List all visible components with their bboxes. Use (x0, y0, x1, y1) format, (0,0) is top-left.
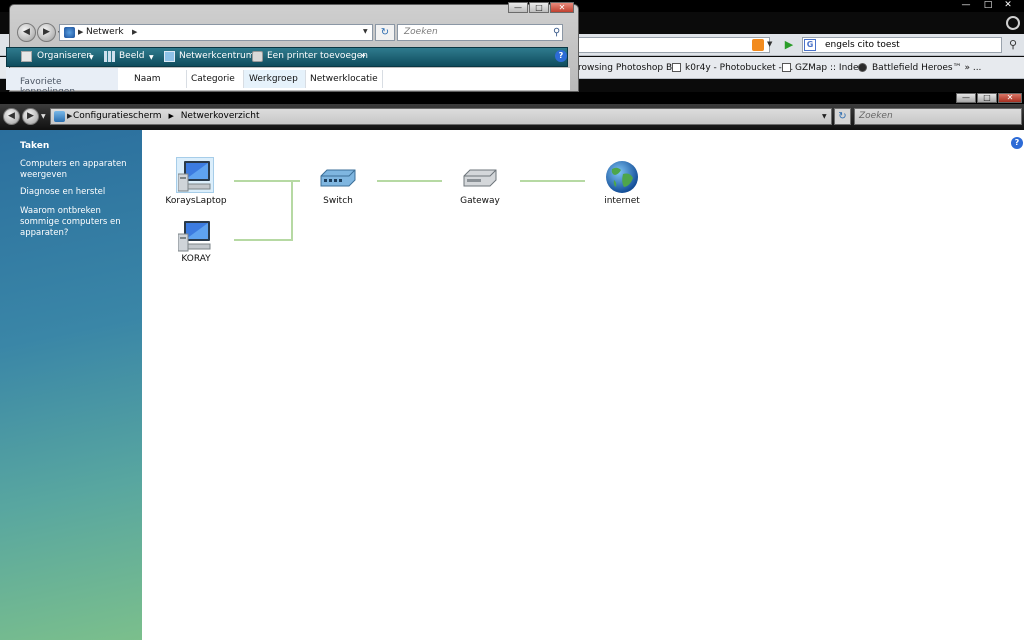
explorer-maximize-button[interactable]: □ (529, 2, 549, 13)
breadcrumb-arrow-icon: ▶ (168, 112, 174, 120)
sidebar-link-diagnose[interactable]: Diagnose en herstel (20, 187, 140, 198)
explorer-minimize-button[interactable]: — (508, 2, 528, 13)
computer-icon[interactable] (178, 220, 212, 252)
bookmark-item[interactable]: GZMap :: Index (795, 63, 864, 73)
explorer-address-text: Netwerk (86, 27, 124, 37)
breadcrumb-network-overview[interactable]: Netwerkoverzicht (181, 111, 260, 121)
explorer-search-input[interactable]: Zoeken (397, 24, 563, 41)
column-header-name[interactable]: Naam (129, 70, 187, 88)
organize-icon (21, 51, 32, 62)
connection-line (520, 180, 585, 182)
connection-line (377, 180, 442, 182)
refresh-icon[interactable]: ↻ (834, 108, 851, 125)
forward-button[interactable]: ▶ (37, 23, 56, 42)
sidebar-title: Taken (20, 141, 50, 151)
computer-icon[interactable] (178, 160, 212, 192)
bookmark-item[interactable]: Battlefield Heroes™ » ... (872, 63, 981, 73)
toolbar-more-button[interactable]: » (360, 51, 366, 61)
browser-url-field[interactable] (560, 37, 770, 53)
globe-icon[interactable] (605, 160, 639, 194)
bookmark-icon (672, 63, 681, 72)
switch-icon[interactable] (319, 168, 357, 190)
bookmark-item[interactable]: k0r4y - Photobucket - ... (685, 63, 793, 73)
view-icon (104, 51, 115, 62)
browser-maximize-button[interactable]: □ (980, 0, 996, 11)
node-label-switch[interactable]: Switch (298, 196, 378, 206)
sidebar-link-show-computers[interactable]: Computers en apparaten weergeven (20, 159, 140, 181)
chevron-down-icon[interactable]: ▼ (767, 40, 772, 48)
network-address-field[interactable]: Configuratiescherm ▶ Netwerkoverzicht (50, 108, 832, 125)
node-label-internet[interactable]: internet (582, 196, 662, 206)
network-center-icon (164, 51, 175, 62)
column-header-workgroup[interactable]: Werkgroep (244, 70, 306, 88)
connection-line (234, 239, 292, 241)
explorer-close-button[interactable]: ✕ (550, 2, 574, 13)
column-header-category[interactable]: Categorie (186, 70, 244, 88)
search-icon[interactable]: ⚲ (553, 27, 560, 38)
refresh-icon[interactable]: ↻ (375, 24, 395, 41)
back-button[interactable]: ◀ (17, 23, 36, 42)
node-label-desktop[interactable]: KORAY (156, 254, 236, 264)
breadcrumb-control-panel[interactable]: Configuratiescherm (73, 111, 162, 121)
network-window-titlebar (0, 92, 1024, 104)
organize-button[interactable]: Organiseren (37, 51, 92, 61)
node-label-laptop[interactable]: KoraysLaptop (156, 196, 236, 206)
add-printer-button[interactable]: Een printer toevoegen (267, 51, 368, 61)
chevron-down-icon[interactable]: ▼ (89, 54, 94, 61)
help-icon[interactable]: ? (1011, 137, 1023, 149)
control-panel-icon (54, 111, 65, 122)
network-map-area (142, 130, 1024, 640)
view-button[interactable]: Beeld (119, 51, 144, 61)
favorites-label: Favoriete koppelingen (6, 68, 118, 97)
chevron-down-icon[interactable]: ▼ (822, 113, 827, 120)
browser-close-button[interactable]: ✕ (1000, 0, 1016, 11)
network-center-button[interactable]: Netwerkcentrum (179, 51, 255, 61)
forward-button[interactable]: ▶ (22, 108, 39, 125)
connection-line (291, 180, 293, 241)
help-icon[interactable]: ? (555, 50, 567, 62)
network-minimize-button[interactable]: — (956, 93, 976, 103)
connection-line (234, 180, 292, 182)
back-button[interactable]: ◀ (3, 108, 20, 125)
go-arrow-icon[interactable]: ▶ (782, 38, 796, 52)
network-icon (64, 27, 75, 38)
chevron-down-icon[interactable]: ▼ (41, 113, 46, 120)
network-maximize-button[interactable]: □ (977, 93, 997, 103)
node-label-gateway[interactable]: Gateway (440, 196, 520, 206)
sidebar-link-missing-devices[interactable]: Waarom ontbreken sommige computers en ap… (20, 206, 140, 239)
breadcrumb-arrow-icon: ▶ (67, 112, 73, 120)
column-header-network-location[interactable]: Netwerklocatie (305, 70, 383, 88)
network-close-button[interactable]: ✕ (998, 93, 1022, 103)
network-search-input[interactable]: Zoeken (854, 108, 1022, 125)
explorer-address-field[interactable]: Netwerk (59, 24, 373, 41)
browser-minimize-button[interactable]: — (958, 0, 974, 11)
page-icon (782, 63, 791, 72)
chevron-down-icon[interactable]: ▼ (149, 54, 154, 61)
bookmark-item[interactable]: rowsing Photoshop B... (578, 63, 681, 73)
gateway-icon[interactable] (462, 168, 498, 190)
browser-search-input[interactable]: engels cito toest (802, 37, 1002, 53)
google-icon[interactable]: G (804, 39, 816, 51)
breadcrumb-arrow-icon: ▶ (78, 28, 84, 36)
search-icon[interactable]: ⚲ (1004, 37, 1022, 53)
connection-line (292, 180, 300, 182)
printer-icon (252, 51, 263, 62)
gear-icon[interactable] (1006, 16, 1020, 30)
breadcrumb-arrow-icon: ▶ (132, 28, 138, 36)
chevron-down-icon[interactable]: ▼ (363, 28, 368, 35)
rss-icon[interactable] (752, 39, 764, 51)
bookmark-icon (858, 63, 867, 72)
